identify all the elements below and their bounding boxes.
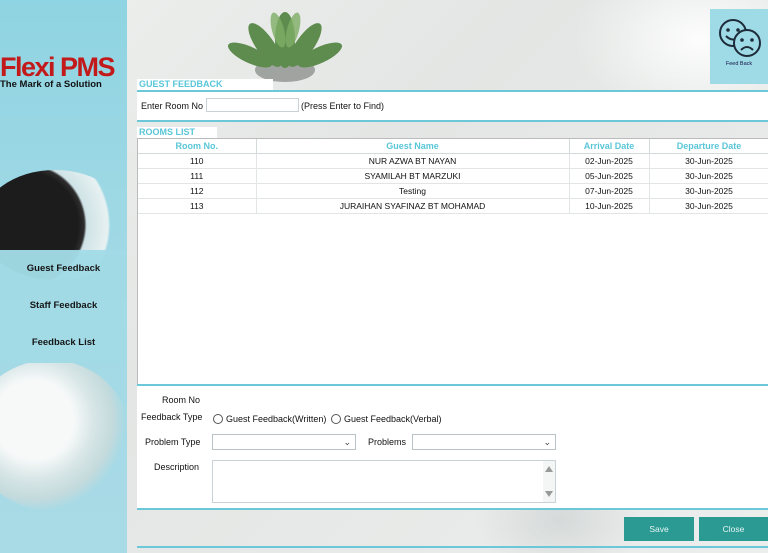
divider: [137, 120, 768, 122]
nav-staff-feedback[interactable]: Staff Feedback: [0, 287, 127, 324]
cell-guest-name: Testing: [256, 183, 570, 199]
cell-room-no: 113: [138, 198, 257, 214]
radio-written-label[interactable]: Guest Feedback(Written): [226, 414, 326, 424]
section-title-rooms-list: ROOMS LIST: [137, 127, 217, 138]
cell-guest-name: NUR AZWA BT NAYAN: [256, 153, 570, 169]
cell-departure-date: 30-Jun-2025: [649, 198, 768, 214]
room-search-label: Enter Room No: [141, 101, 204, 111]
side-nav: Guest Feedback Staff Feedback Feedback L…: [0, 250, 127, 363]
cell-arrival-date: 02-Jun-2025: [569, 153, 650, 169]
cell-room-no: 111: [138, 168, 257, 184]
radio-verbal-label[interactable]: Guest Feedback(Verbal): [344, 414, 442, 424]
room-search-row: Enter Room No (Press Enter to Find): [137, 92, 768, 120]
radio-written[interactable]: [213, 414, 223, 424]
column-header-arrival-date[interactable]: Arrival Date: [569, 139, 650, 154]
description-scrollbar[interactable]: [543, 461, 555, 502]
cell-room-no: 112: [138, 183, 257, 199]
nav-feedback-list[interactable]: Feedback List: [0, 324, 127, 361]
brand-logo: Flexi PMS The Mark of a Solution: [0, 52, 127, 91]
column-header-departure-date[interactable]: Departure Date: [649, 139, 768, 154]
cell-guest-name: JURAIHAN SYAFINAZ BT MOHAMAD: [256, 198, 570, 214]
column-header-room-no[interactable]: Room No.: [138, 139, 257, 154]
room-search-hint: (Press Enter to Find): [301, 101, 385, 111]
cell-arrival-date: 05-Jun-2025: [569, 168, 650, 184]
divider: [137, 546, 768, 548]
feedback-tile[interactable]: Feed Back: [710, 9, 768, 84]
nav-guest-feedback[interactable]: Guest Feedback: [0, 250, 127, 287]
chevron-down-icon: ⌄: [343, 437, 351, 447]
cell-arrival-date: 07-Jun-2025: [569, 183, 650, 199]
saucer-decoration: [0, 360, 130, 510]
cell-departure-date: 30-Jun-2025: [649, 168, 768, 184]
table-row[interactable]: 111 SYAMILAH BT MARZUKI 05-Jun-2025 30-J…: [138, 168, 768, 184]
problems-select[interactable]: ⌄: [412, 434, 556, 450]
table-header-row: Room No. Guest Name Arrival Date Departu…: [138, 139, 768, 154]
radio-verbal[interactable]: [331, 414, 341, 424]
table-row[interactable]: 112 Testing 07-Jun-2025 30-Jun-2025: [138, 183, 768, 199]
chevron-down-icon: ⌄: [543, 437, 551, 447]
table-row[interactable]: 110 NUR AZWA BT NAYAN 02-Jun-2025 30-Jun…: [138, 153, 768, 169]
problem-type-label: Problem Type: [145, 437, 201, 447]
succulent-plant-decoration: [227, 12, 343, 82]
table-row[interactable]: 113 JURAIHAN SYAFINAZ BT MOHAMAD 10-Jun-…: [138, 198, 768, 214]
save-button[interactable]: Save: [624, 517, 694, 541]
room-search-input[interactable]: [206, 98, 299, 112]
column-header-guest-name[interactable]: Guest Name: [256, 139, 570, 154]
cell-arrival-date: 10-Jun-2025: [569, 198, 650, 214]
cell-departure-date: 30-Jun-2025: [649, 153, 768, 169]
feedback-form: Room No Feedback Type Guest Feedback(Wri…: [137, 386, 768, 508]
close-button[interactable]: Close: [699, 517, 768, 541]
rooms-table: Room No. Guest Name Arrival Date Departu…: [137, 138, 768, 385]
description-textarea[interactable]: [212, 460, 556, 503]
divider: [137, 508, 768, 510]
problem-type-select[interactable]: ⌄: [212, 434, 356, 450]
happy-sad-faces-icon: [719, 19, 761, 57]
scroll-up-icon[interactable]: [545, 466, 553, 472]
description-label: Description: [154, 462, 200, 472]
brand-name: Flexi PMS: [0, 52, 116, 82]
section-title-guest-feedback: GUEST FEEDBACK: [137, 79, 273, 90]
cell-departure-date: 30-Jun-2025: [649, 183, 768, 199]
feedback-type-label: Feedback Type: [141, 412, 203, 422]
scroll-down-icon[interactable]: [545, 491, 553, 497]
feedback-tile-label: Feed Back: [725, 61, 753, 67]
cell-room-no: 110: [138, 153, 257, 169]
room-no-label: Room No: [162, 395, 201, 405]
problems-label: Problems: [368, 437, 407, 447]
cell-guest-name: SYAMILAH BT MARZUKI: [256, 168, 570, 184]
